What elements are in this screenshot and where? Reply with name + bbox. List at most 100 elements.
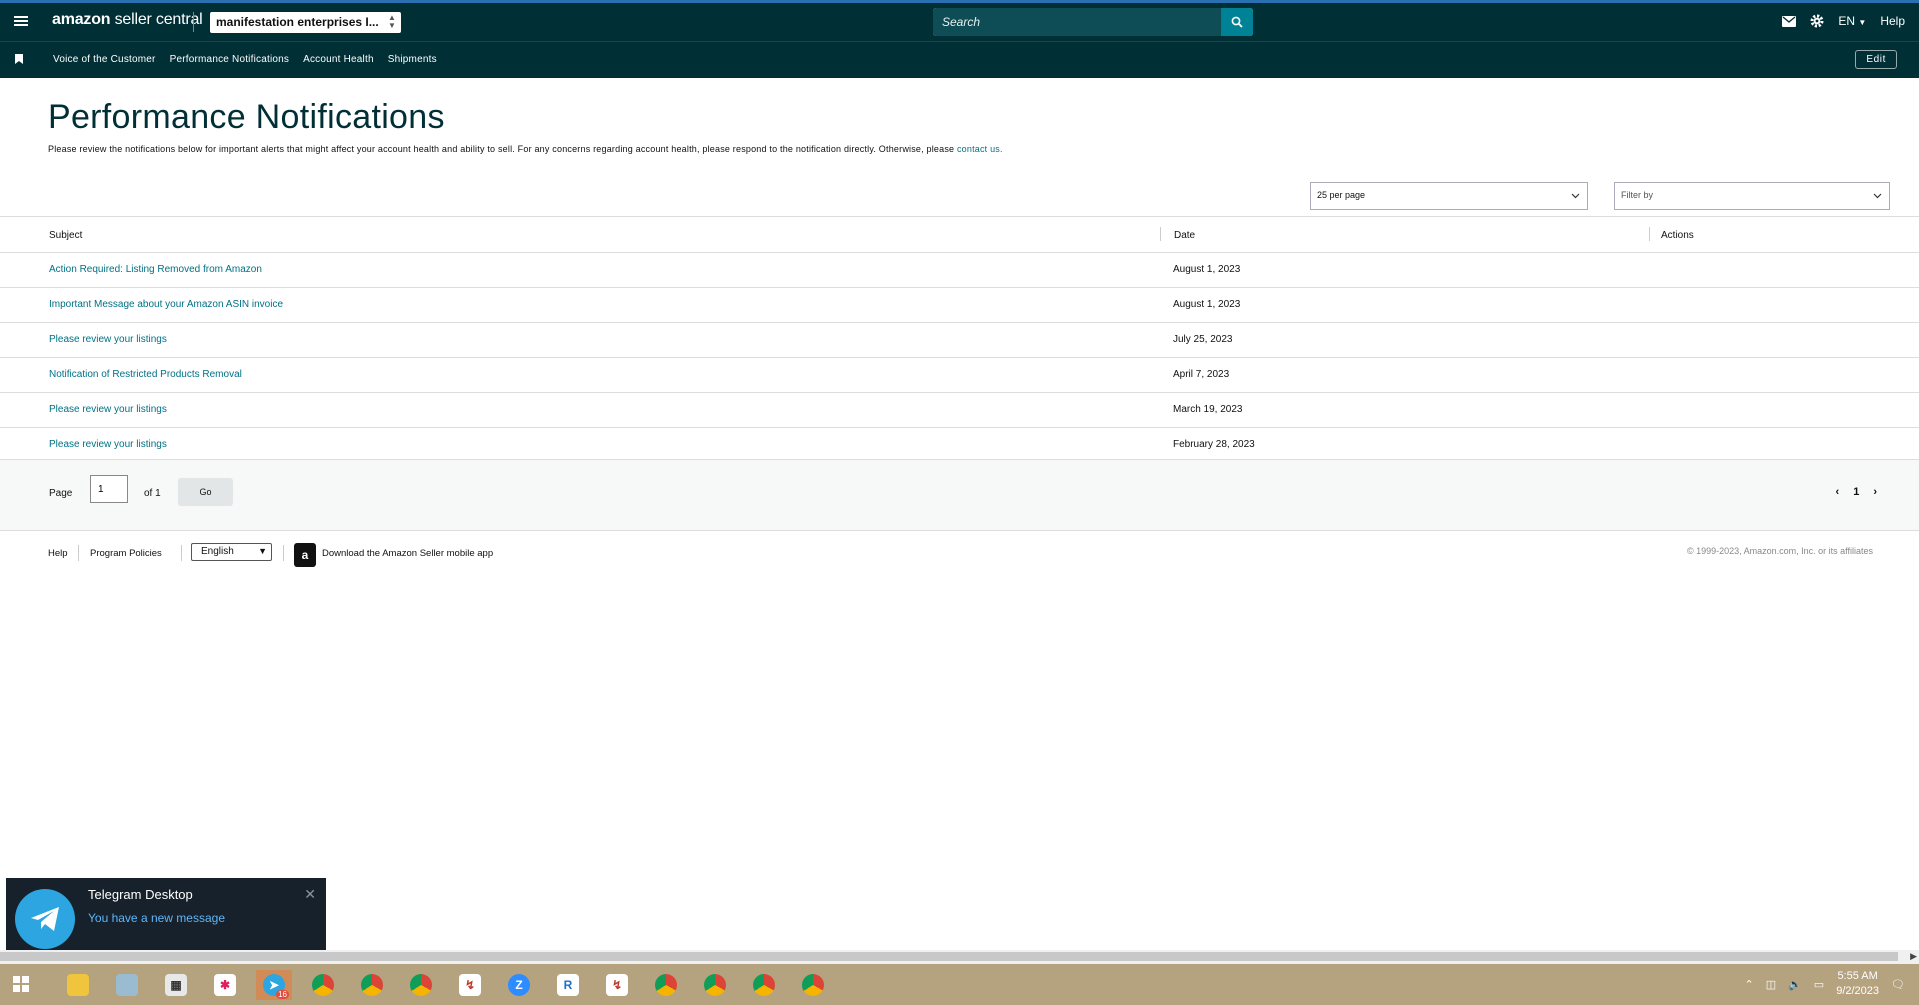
document-logo-icon: ↯ [606,974,628,996]
column-header-date[interactable]: Date [1174,230,1195,241]
windows-start-icon[interactable] [13,976,29,992]
system-tray: ⌃ ◫ 🔈 ▭ 5:55 AM 9/2/2023 🗨 [1744,969,1905,999]
help-link[interactable]: Help [1880,14,1905,28]
notification-subject-link[interactable]: Action Required: Listing Removed from Am… [49,264,262,275]
folder-icon [67,974,89,996]
zoom-icon[interactable]: Z [501,970,537,1000]
chrome-logo-icon [410,974,432,996]
mail-icon[interactable] [1782,15,1797,27]
contact-us-link[interactable]: contact us. [957,144,1003,154]
per-page-select[interactable]: 25 per page [1310,182,1588,210]
page-navigation: ‹ 1 › [1836,486,1877,498]
search-button[interactable] [1221,8,1253,36]
subnav-item-performance-notifications[interactable]: Performance Notifications [170,54,290,65]
network-icon[interactable]: ▭ [1814,978,1824,991]
column-resize-handle[interactable] [1160,227,1161,241]
r-app-icon[interactable]: R [550,970,586,1000]
store-selector[interactable]: manifestation enterprises I... ▲ ▼ [210,12,401,33]
scrollbar-thumb[interactable] [0,952,1898,961]
chrome-profile-icon[interactable] [648,970,684,1000]
chrome-logo-icon [802,974,824,996]
page-number-input[interactable] [90,475,128,503]
notification-subject-link[interactable]: Please review your listings [49,404,167,415]
footer-divider [283,545,284,561]
footer-help-link[interactable]: Help [48,548,68,559]
notes-app-icon[interactable] [109,970,145,1000]
go-button[interactable]: Go [178,478,233,506]
subnav-item-shipments[interactable]: Shipments [388,54,437,65]
download-app-link[interactable]: Download the Amazon Seller mobile app [322,548,493,559]
seller-app-icon[interactable]: a [294,543,316,567]
telegram-notification[interactable]: Telegram Desktop You have a new message … [6,878,326,959]
notification-date: July 25, 2023 [1173,334,1233,345]
chrome-logo-icon [753,974,775,996]
column-header-subject[interactable]: Subject [49,230,82,241]
notification-subject-link[interactable]: Notification of Restricted Products Remo… [49,369,242,380]
notification-date: August 1, 2023 [1173,299,1241,310]
footer-language-value: English [201,546,234,557]
document-app-icon[interactable]: ↯ [599,970,635,1000]
seller-central-logo[interactable]: amazon seller central [52,11,203,29]
slack-icon[interactable]: ✱ [207,970,243,1000]
document-app-icon[interactable]: ↯ [452,970,488,1000]
table-header: Subject Date Actions [0,217,1919,253]
notification-date: February 28, 2023 [1173,439,1255,450]
speaker-icon[interactable]: 🔈 [1788,978,1802,991]
table-row: Important Message about your Amazon ASIN… [0,288,1919,323]
zoom-logo-icon: Z [508,974,530,996]
telegram-taskbar-icon[interactable]: ➤ 16 [256,970,292,1000]
taskbar-apps: ▦ ✱ ➤ 16 ↯ Z R ↯ [60,970,831,1000]
meet-now-icon[interactable]: ◫ [1766,978,1776,991]
scroll-right-arrow-icon[interactable]: ▶ [1910,951,1917,962]
program-policies-link[interactable]: Program Policies [90,548,162,559]
subnav-item-account-health[interactable]: Account Health [303,54,374,65]
notification-subject-link[interactable]: Please review your listings [49,439,167,450]
footer: Help Program Policies English ▼ a Downloa… [0,543,1919,567]
footer-language-select[interactable]: English ▼ [191,543,272,561]
file-explorer-icon[interactable] [60,970,96,1000]
search-box [933,8,1253,36]
clock[interactable]: 5:55 AM 9/2/2023 [1836,969,1879,999]
notification-subject-link[interactable]: Please review your listings [49,334,167,345]
page-label: Page [49,488,73,499]
chrome-profile-icon[interactable] [354,970,390,1000]
chrome-profile-icon[interactable] [697,970,733,1000]
previous-page-icon[interactable]: ‹ [1836,486,1840,498]
notification-message: You have a new message [88,911,225,925]
filter-select[interactable]: Filter by [1614,182,1890,210]
current-page-number[interactable]: 1 [1853,486,1859,498]
calculator-icon[interactable]: ▦ [158,970,194,1000]
edit-button[interactable]: Edit [1855,50,1897,69]
description-text: Please review the notifications below fo… [48,144,957,154]
spinner-arrows-icon: ▲ ▼ [388,13,396,30]
store-name: manifestation enterprises I... [216,15,379,29]
page-description: Please review the notifications below fo… [48,144,1003,154]
notification-subject-link[interactable]: Important Message about your Amazon ASIN… [49,299,283,310]
search-input[interactable] [933,8,1221,36]
calculator-glyph-icon: ▦ [165,974,187,996]
column-resize-handle[interactable] [1649,227,1650,241]
gear-icon[interactable] [1810,14,1824,28]
hamburger-menu-icon[interactable] [12,12,30,30]
close-icon[interactable]: ✕ [304,886,316,903]
chevron-up-icon[interactable]: ⌃ [1744,978,1753,991]
copyright-text: © 1999-2023, Amazon.com, Inc. or its aff… [1686,546,1873,556]
subnav-item-voice-of-customer[interactable]: Voice of the Customer [53,54,156,65]
chrome-profile-icon[interactable] [403,970,439,1000]
notification-center-icon[interactable]: 🗨 [1891,978,1905,991]
pagination-bar: Page of 1 Go ‹ 1 › [0,459,1919,531]
column-header-actions: Actions [1661,230,1694,241]
chrome-profile-icon[interactable] [746,970,782,1000]
search-icon [1231,16,1243,28]
next-page-icon[interactable]: › [1873,486,1877,498]
bookmark-icon[interactable] [15,54,23,64]
subnav-links: Voice of the Customer Performance Notifi… [53,54,437,65]
table-row: Please review your listings July 25, 2023 [0,323,1919,358]
chrome-logo-icon [704,974,726,996]
horizontal-scrollbar[interactable]: ▶ [0,950,1919,964]
language-menu[interactable]: EN ▼ [1838,14,1866,28]
telegram-plane-icon [31,907,59,931]
chrome-profile-icon[interactable] [795,970,831,1000]
chevron-down-icon: ▼ [258,546,267,556]
chrome-icon[interactable] [305,970,341,1000]
